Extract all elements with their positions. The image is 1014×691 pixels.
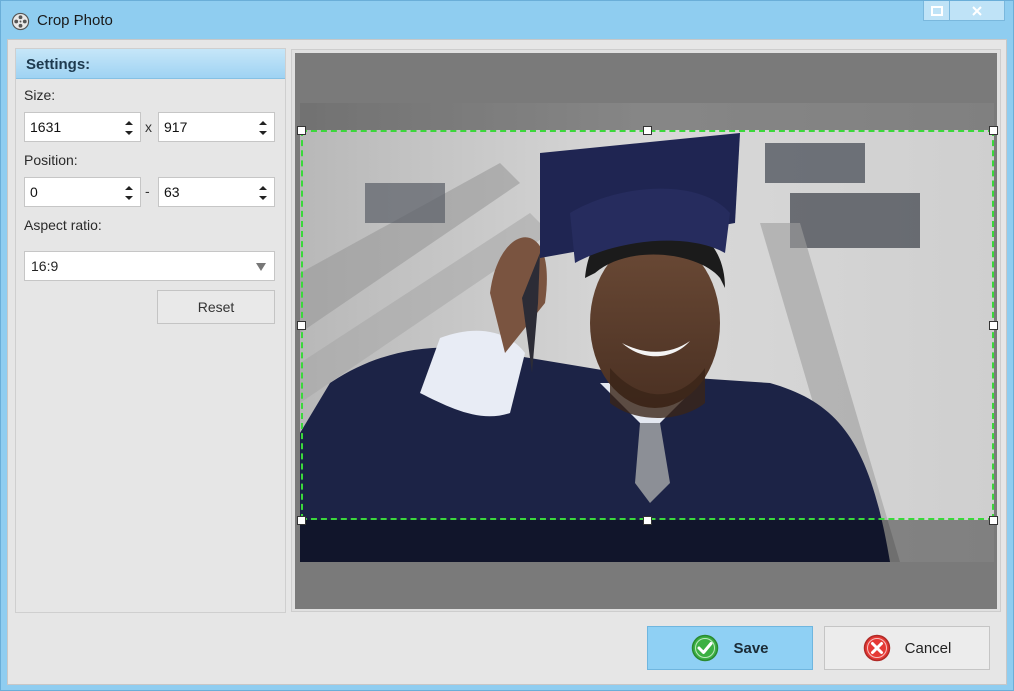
chevron-down-icon [256, 263, 266, 271]
restore-button[interactable] [923, 1, 950, 21]
crop-handle-top[interactable] [643, 126, 652, 135]
save-label: Save [733, 639, 769, 657]
crop-selection[interactable] [301, 130, 994, 520]
crop-handle-left[interactable] [297, 321, 306, 330]
position-x-spinner[interactable]: 0 [24, 177, 141, 207]
dialog-body: Settings: Size: 1631 x 917 Position: 0 -… [7, 39, 1007, 685]
crop-photo-window: Crop Photo Settings: Size: 1631 x 917 Po… [0, 0, 1014, 691]
settings-panel: Settings: Size: 1631 x 917 Position: 0 -… [15, 48, 286, 613]
spin-arrows-icon[interactable] [124, 183, 134, 203]
cancel-label: Cancel [904, 639, 952, 657]
crop-handle-bottom[interactable] [643, 516, 652, 525]
settings-header: Settings: [16, 49, 285, 79]
crop-handle-bottom-right[interactable] [989, 516, 998, 525]
aspect-ratio-label: Aspect ratio: [24, 217, 102, 233]
height-value: 917 [164, 119, 188, 135]
crop-handle-top-right[interactable] [989, 126, 998, 135]
spin-arrows-icon[interactable] [258, 183, 268, 203]
position-y-spinner[interactable]: 63 [158, 177, 275, 207]
width-spinner[interactable]: 1631 [24, 112, 141, 142]
position-y-value: 63 [164, 184, 180, 200]
window-controls [923, 1, 1005, 21]
height-spinner[interactable]: 917 [158, 112, 275, 142]
close-icon [972, 5, 982, 16]
reset-button[interactable]: Reset [157, 290, 275, 324]
title-bar[interactable]: Crop Photo [1, 1, 1013, 39]
spin-arrows-icon[interactable] [124, 118, 134, 138]
crop-handle-right[interactable] [989, 321, 998, 330]
crop-handle-top-left[interactable] [297, 126, 306, 135]
width-value: 1631 [30, 119, 62, 135]
preview-canvas [295, 53, 998, 609]
position-x-value: 0 [30, 184, 38, 200]
close-button[interactable] [950, 1, 1005, 21]
crop-handle-bottom-left[interactable] [297, 516, 306, 525]
aspect-ratio-value: 16:9 [31, 258, 59, 274]
x-circle-icon [863, 634, 890, 662]
position-separator: - [145, 183, 150, 199]
cancel-button[interactable]: Cancel [824, 626, 990, 670]
size-label: Size: [24, 87, 56, 103]
crop-mask-bottom [300, 520, 994, 562]
window-title: Crop Photo [37, 12, 113, 29]
aspect-ratio-select[interactable]: 16:9 [24, 251, 275, 281]
save-button[interactable]: Save [647, 626, 813, 670]
preview-panel [291, 49, 1001, 612]
check-circle-icon [692, 634, 719, 662]
spin-arrows-icon[interactable] [258, 118, 268, 138]
film-reel-icon [11, 12, 30, 31]
settings-title: Settings: [26, 56, 91, 73]
position-label: Position: [24, 152, 78, 168]
size-separator: x [145, 119, 152, 135]
restore-icon [930, 5, 943, 16]
